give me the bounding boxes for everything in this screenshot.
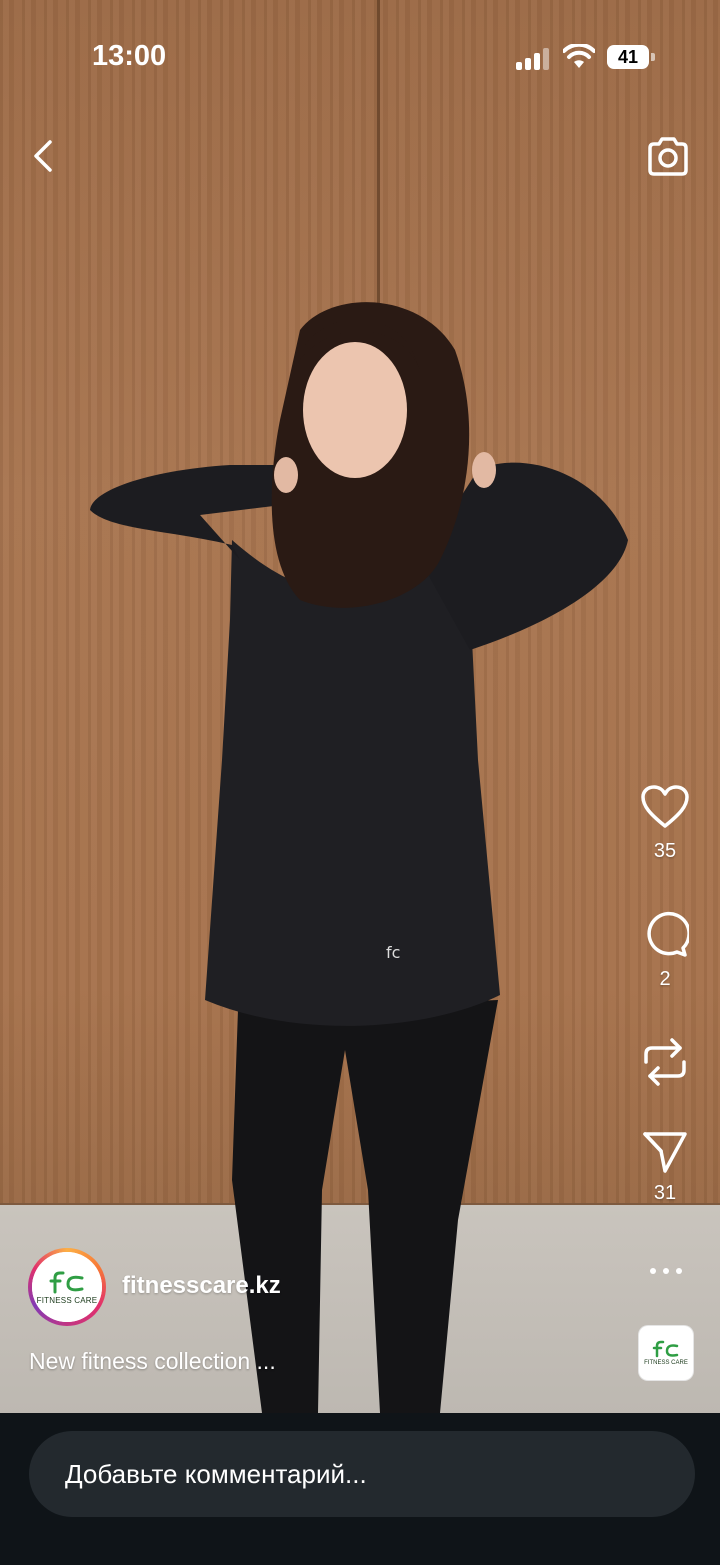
share-count: 31 xyxy=(653,1182,677,1204)
more-icon[interactable] xyxy=(648,1262,684,1280)
audio-thumbnail[interactable]: FITNESS CARE xyxy=(638,1325,694,1381)
like-action[interactable]: 35 xyxy=(630,784,700,863)
comment-icon[interactable] xyxy=(641,910,689,958)
like-count: 35 xyxy=(653,840,677,862)
signal-icon xyxy=(516,48,550,70)
heart-icon[interactable] xyxy=(640,784,690,830)
camera-icon[interactable] xyxy=(644,132,692,180)
reel-video[interactable]: fc xyxy=(0,0,720,1413)
battery-tip xyxy=(651,53,655,61)
comment-input[interactable]: Добавьте комментарий... xyxy=(29,1431,695,1517)
repost-icon[interactable] xyxy=(642,1036,688,1088)
repost-action[interactable] xyxy=(630,1036,700,1088)
send-icon[interactable] xyxy=(642,1130,688,1174)
avatar[interactable]: FITNESS CARE xyxy=(32,1252,102,1322)
comment-count: 2 xyxy=(659,968,671,990)
wifi-icon xyxy=(563,44,595,68)
username[interactable]: fitnesscare.kz xyxy=(122,1272,281,1300)
fitness-care-logo-icon xyxy=(652,1340,679,1358)
back-arrow-icon[interactable] xyxy=(24,136,64,176)
comment-action[interactable]: 2 xyxy=(630,910,700,991)
story-ring[interactable]: FITNESS CARE xyxy=(28,1248,106,1326)
audio-thumbnail-label: FITNESS CARE xyxy=(644,1360,688,1366)
avatar-label: FITNESS CARE xyxy=(36,1295,98,1305)
comment-bar: Добавьте комментарий... xyxy=(0,1413,720,1565)
share-action[interactable]: 31 xyxy=(630,1130,700,1205)
person-figure: fc xyxy=(90,302,628,1413)
svg-text:fc: fc xyxy=(386,943,400,962)
fitness-care-logo-icon xyxy=(49,1271,84,1293)
caption[interactable]: New fitness collection ... xyxy=(29,1348,276,1375)
status-time: 13:00 xyxy=(92,40,167,72)
battery-icon: 41 xyxy=(607,45,649,69)
